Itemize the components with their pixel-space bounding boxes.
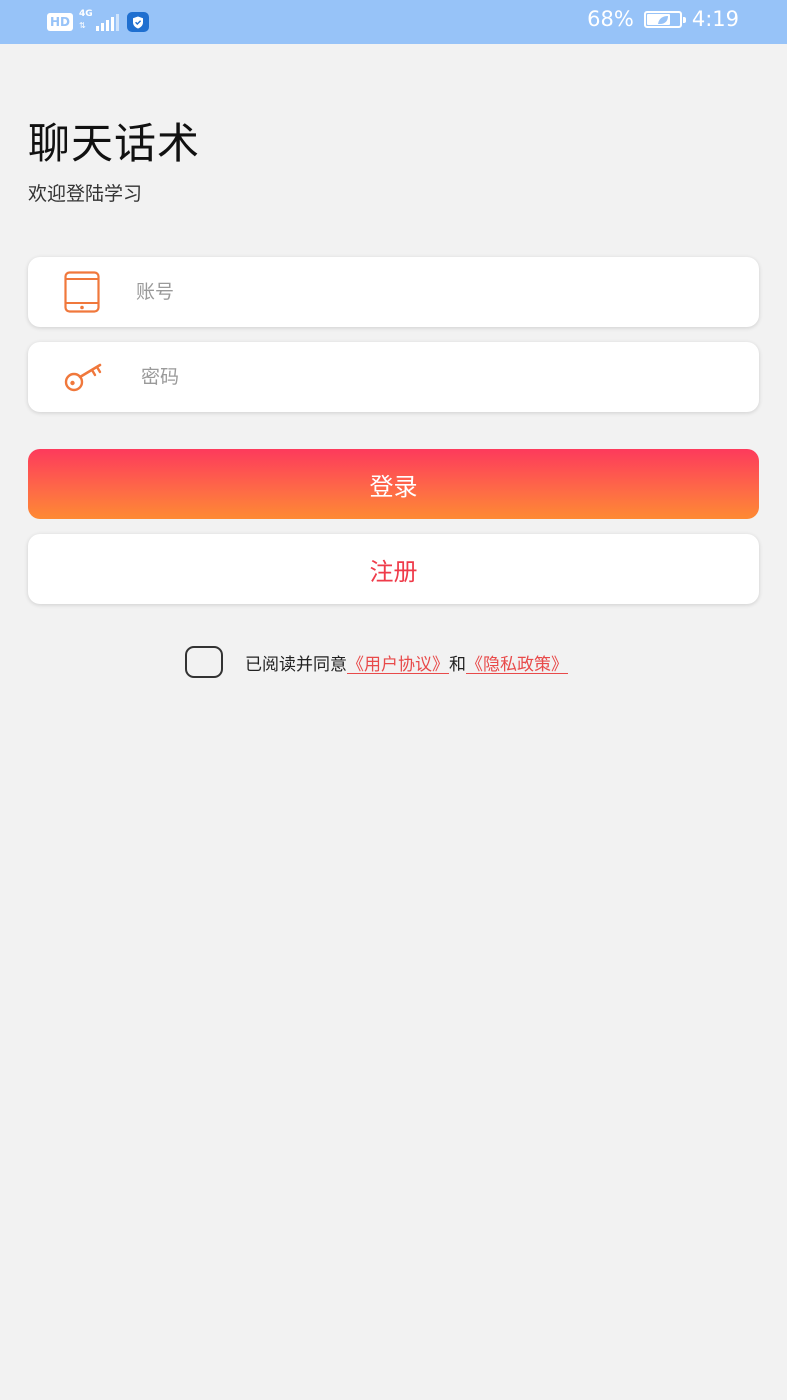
network-type-label: 4G [79, 9, 93, 19]
shield-icon [127, 12, 150, 32]
status-bar-left: HD 4G ⇅ [47, 9, 150, 33]
account-field[interactable] [28, 257, 759, 327]
account-input[interactable] [136, 257, 736, 327]
register-button[interactable]: 注册 [28, 534, 759, 604]
battery-icon [643, 10, 686, 28]
leaf-icon [657, 15, 668, 24]
agreement-prefix: 已阅读并同意 [245, 654, 347, 675]
signal-bars-icon [96, 14, 120, 31]
key-icon [64, 342, 106, 412]
privacy-policy-link[interactable]: 《隐私政策》 [466, 655, 568, 675]
status-bar-right: 68% 4:19 [587, 7, 739, 31]
tablet-icon [64, 257, 100, 327]
clock-time: 4:19 [691, 7, 739, 31]
page-subtitle: 欢迎登陆学习 [28, 183, 143, 205]
password-field[interactable] [28, 342, 759, 412]
battery-cap [682, 16, 686, 23]
password-input[interactable] [141, 342, 736, 412]
page-title: 聊天话术 [28, 119, 201, 168]
login-button[interactable]: 登录 [28, 449, 759, 519]
hd-badge: HD [47, 13, 74, 31]
status-bar: HD 4G ⇅ 68% 4:19 [0, 0, 787, 44]
agreement-checkbox[interactable] [185, 646, 223, 678]
battery-percent: 68% [587, 7, 634, 31]
agreement-row: 已阅读并同意《用户协议》和《隐私政策》 [185, 646, 568, 678]
agreement-text: 已阅读并同意《用户协议》和《隐私政策》 [245, 650, 568, 675]
user-agreement-link[interactable]: 《用户协议》 [347, 655, 449, 675]
agreement-and: 和 [449, 654, 466, 675]
signal-icon: 4G ⇅ [79, 9, 120, 33]
data-arrows-icon: ⇅ [79, 21, 86, 30]
